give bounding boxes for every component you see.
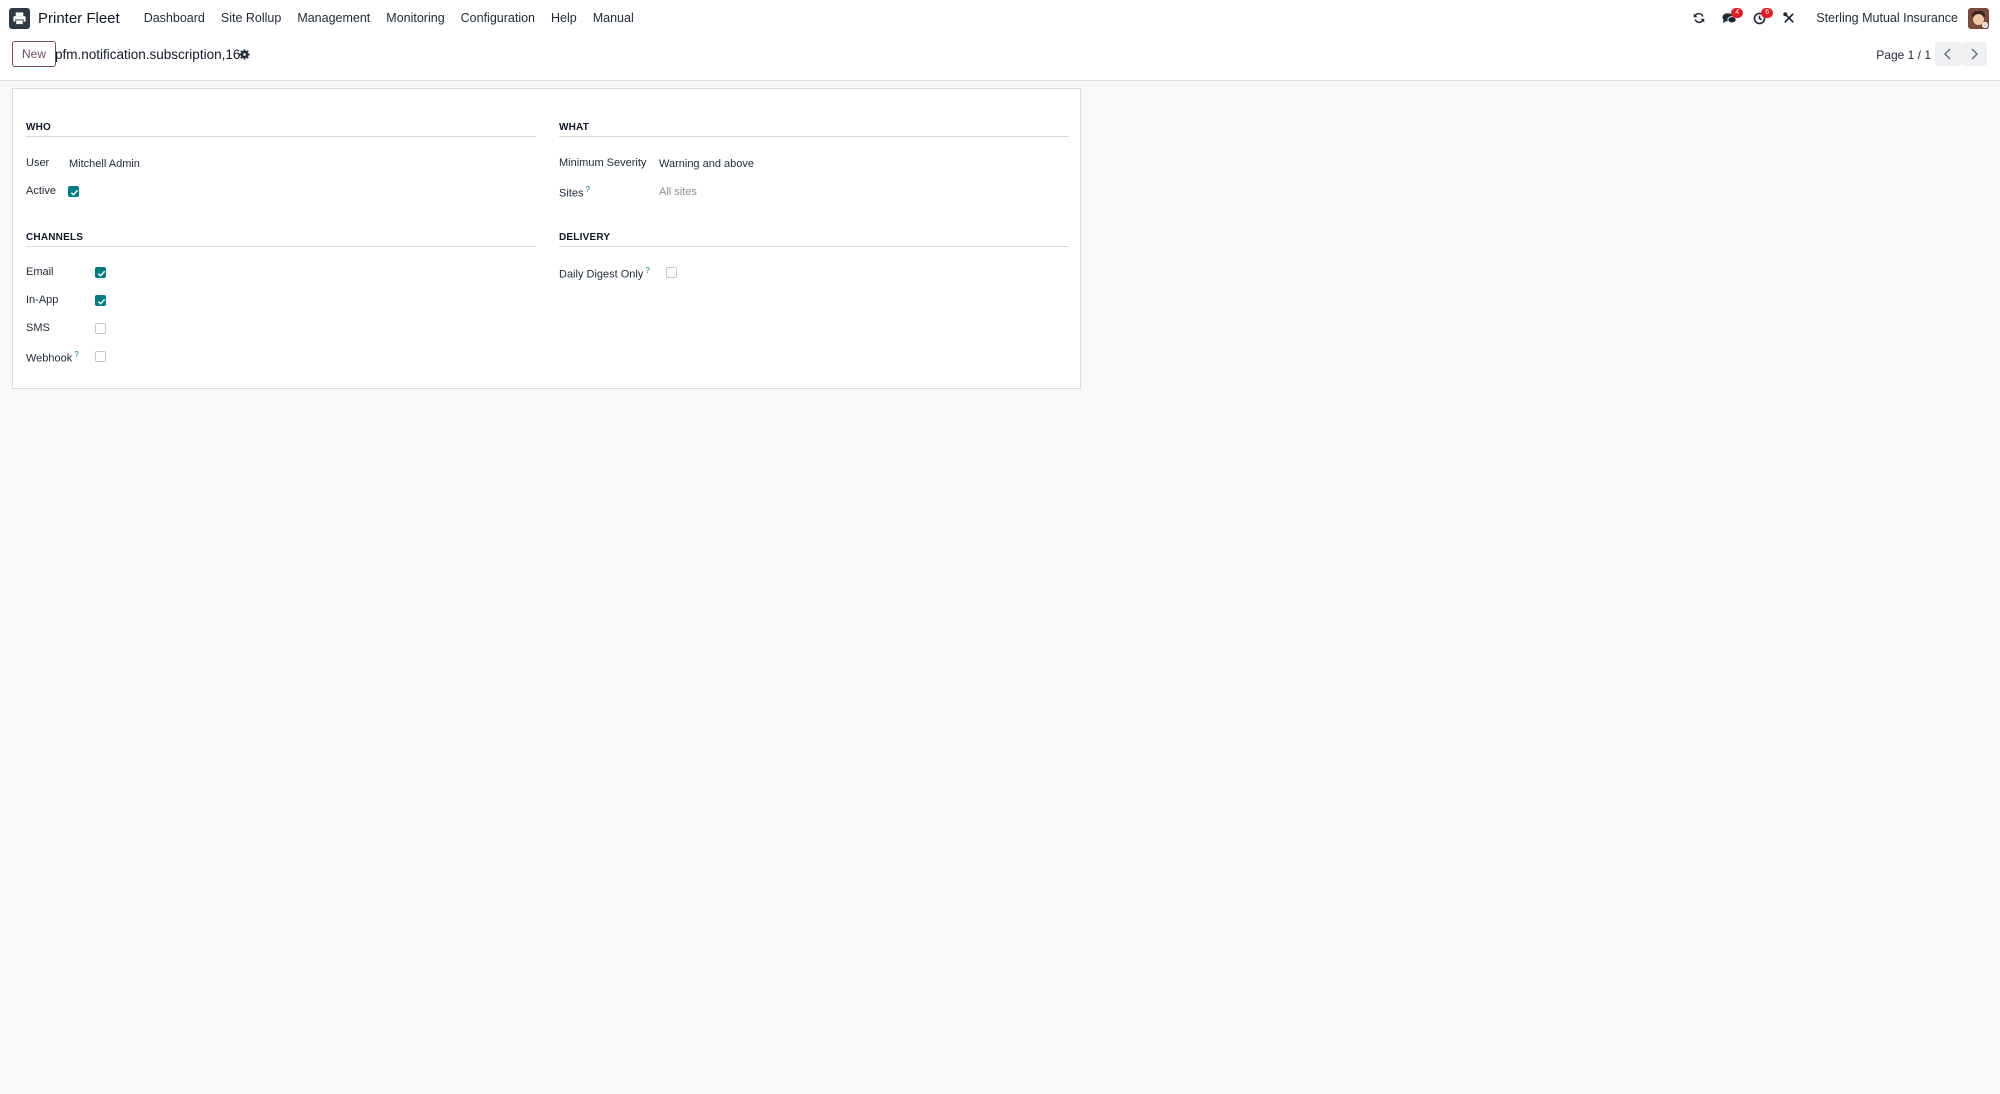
tools-icon[interactable] — [1774, 0, 1804, 36]
user-label: User — [26, 157, 50, 169]
menu-configuration[interactable]: Configuration — [453, 0, 543, 36]
group-title-what: WHAT — [559, 122, 1069, 137]
user-avatar[interactable] — [1968, 7, 1989, 29]
group-title-who: WHO — [26, 122, 536, 137]
sites-label-text: Sites — [559, 187, 584, 200]
group-what: WHAT — [559, 122, 1069, 137]
printer-icon — [9, 7, 30, 29]
in-app-label: In-App — [26, 294, 59, 306]
checkmark-icon — [97, 298, 106, 305]
sites-help-icon[interactable]: ? — [585, 185, 589, 194]
systray: 4 6 Sterling Mutual Insurance — [1684, 0, 2000, 36]
daily-digest-label: Daily Digest Only? — [559, 266, 650, 281]
form-sheet: WHO User Mitchell Admin Active WHAT Mini… — [12, 88, 1081, 389]
control-panel: New pfm.notification.subscription,16 Pag… — [0, 36, 2000, 81]
active-checkbox[interactable] — [68, 186, 79, 197]
company-switcher[interactable]: Sterling Mutual Insurance — [1816, 11, 1958, 25]
messages-badge: 4 — [1731, 8, 1744, 18]
menu-site-rollup[interactable]: Site Rollup — [213, 0, 289, 36]
chevron-left-icon — [1943, 48, 1951, 60]
active-label: Active — [26, 185, 56, 197]
chevron-right-icon — [1971, 48, 1979, 60]
menu-monitoring[interactable]: Monitoring — [378, 0, 452, 36]
clock-icon[interactable]: 6 — [1744, 0, 1774, 36]
checkmark-icon — [70, 189, 79, 196]
minimum-severity-select[interactable]: Warning and above — [659, 158, 754, 170]
group-delivery: DELIVERY — [559, 232, 1069, 247]
sync-icon[interactable] — [1684, 0, 1714, 36]
checkmark-icon — [97, 270, 106, 277]
webhook-checkbox[interactable] — [95, 351, 106, 362]
menu-manual[interactable]: Manual — [585, 0, 642, 36]
top-navbar: Printer Fleet Dashboard Site Rollup Mana… — [0, 0, 2000, 36]
breadcrumb-record-title: pfm.notification.subscription,16 — [55, 47, 241, 62]
group-title-channels: CHANNELS — [26, 232, 536, 247]
group-who: WHO — [26, 122, 536, 137]
presence-status-icon — [1982, 21, 1988, 28]
sites-label: Sites? — [559, 185, 590, 200]
new-button[interactable]: New — [12, 41, 57, 67]
sms-checkbox[interactable] — [95, 323, 106, 334]
pager-value[interactable]: Page 1 / 1 — [1876, 48, 1931, 62]
app-brand[interactable]: Printer Fleet — [0, 0, 136, 36]
email-label: Email — [26, 266, 54, 278]
pager-previous-button[interactable] — [1935, 42, 1961, 66]
activities-badge: 6 — [1761, 8, 1774, 18]
group-channels: CHANNELS — [26, 232, 536, 247]
webhook-help-icon[interactable]: ? — [74, 350, 78, 359]
minimum-severity-label: Minimum Severity — [559, 157, 647, 169]
in-app-checkbox[interactable] — [95, 295, 106, 306]
daily-digest-label-text: Daily Digest Only — [559, 268, 644, 281]
menu-management[interactable]: Management — [289, 0, 378, 36]
sms-label: SMS — [26, 322, 50, 334]
menu-help[interactable]: Help — [543, 0, 585, 36]
sites-input[interactable]: All sites — [659, 186, 697, 198]
webhook-label-text: Webhook — [26, 352, 73, 365]
user-field[interactable]: Mitchell Admin — [69, 158, 140, 170]
menu-dashboard[interactable]: Dashboard — [136, 0, 213, 36]
webhook-label: Webhook? — [26, 350, 79, 365]
group-title-delivery: DELIVERY — [559, 232, 1069, 247]
daily-digest-checkbox[interactable] — [666, 267, 677, 278]
email-checkbox[interactable] — [95, 267, 106, 278]
chat-bubbles-icon[interactable]: 4 — [1714, 0, 1744, 36]
pager-next-button[interactable] — [1961, 42, 1987, 66]
app-name: Printer Fleet — [38, 9, 120, 27]
gear-icon[interactable] — [239, 47, 251, 61]
daily-digest-help-icon[interactable]: ? — [645, 266, 649, 275]
